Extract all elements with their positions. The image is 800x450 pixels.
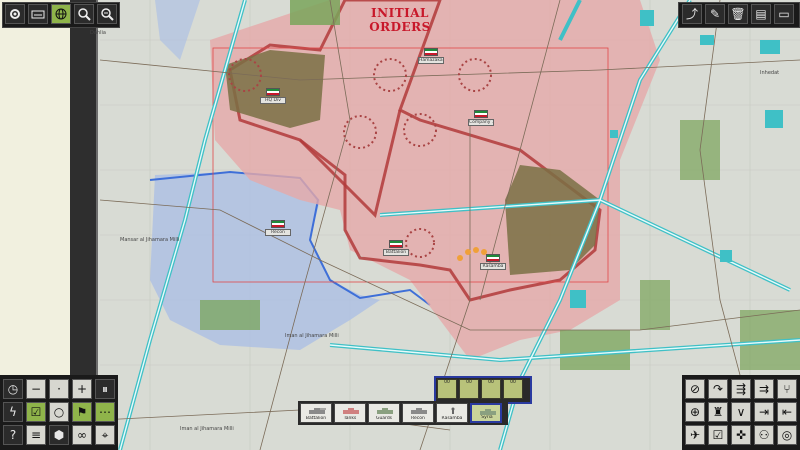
globe-icon[interactable] [51,4,71,24]
map-label: Iman al Jihamara Milli [285,333,339,339]
trash-icon[interactable]: 🗑 [728,4,748,24]
binoculars-icon[interactable]: ∞ [72,425,92,445]
chevron-icon[interactable]: ∨ [731,402,751,422]
unit-label: Battalion [383,249,409,256]
unit-card[interactable]: Tanks [334,403,366,423]
card-label: Battalion [305,416,327,421]
exit-icon[interactable]: ⇤ [777,402,797,422]
flag-icon [424,48,438,56]
card-label: Tanks [343,416,357,421]
tank-icon [343,408,359,414]
card-label: Syria [481,415,493,420]
unit-card[interactable]: Rasamba [436,403,468,423]
order-slot[interactable]: 00 [481,379,501,399]
curve-tool-icon[interactable]: ⤴ [682,4,702,24]
order-slot[interactable]: 00 [459,379,479,399]
flash-icon[interactable]: ϟ [3,402,23,422]
check-all-icon[interactable]: ☑ [708,425,728,445]
binoculars-icon[interactable]: ⌖ [95,425,115,445]
flag-icon [389,240,403,248]
minus-icon[interactable]: − [26,379,46,399]
tank-icon [309,408,326,414]
unit-card-selected[interactable]: Syria [470,403,502,423]
card-label: Rasamba [441,416,463,421]
page-title: INITIAL ORDERS [369,6,431,34]
card-label: Recon [411,416,425,421]
order-slot[interactable]: 00 [503,379,523,399]
flag-icon[interactable]: ⚑ [72,402,92,422]
flag-icon [271,220,285,228]
note-icon[interactable]: ▤ [751,4,771,24]
tactical-map[interactable] [0,0,800,450]
order-label: 00 [488,380,494,385]
unit-label: Recon [265,229,291,236]
checkbox-icon[interactable]: ☑ [26,402,46,422]
keyboard-icon[interactable] [28,4,48,24]
order-label: 00 [444,380,450,385]
flag-icon [266,88,280,96]
unit-icon[interactable]: ♜ [708,402,728,422]
note-icon[interactable]: ▭ [774,4,794,24]
unit-label: Hamazaka 2 [418,57,444,64]
dots-line-icon[interactable]: ⋯ [95,402,115,422]
unit-card[interactable]: Recon [402,403,434,423]
map-unit[interactable]: Company 1 [468,110,494,128]
unit-card[interactable]: Guards [368,403,400,423]
fork-icon[interactable]: ⑂ [777,379,797,399]
vehicles-icon[interactable]: ✜ [731,425,751,445]
gear-icon[interactable] [5,4,25,24]
multi-arrow-icon[interactable]: ⇉ [754,379,774,399]
flag-icon [474,110,488,118]
card-label: Guards [375,416,393,421]
order-slot[interactable]: 00 [437,379,457,399]
flag-icon [486,254,500,262]
unit-card[interactable]: Battalion [300,403,332,423]
order-label: 00 [466,380,472,385]
map-label: Inhedat [760,70,780,76]
soldier-icon [451,407,455,414]
unit-label: Company 1 [468,119,494,126]
unit-label: Rasamba [480,263,506,270]
list-icon[interactable]: ≡ [26,425,46,445]
dots-icon[interactable]: · [49,379,69,399]
map-unit[interactable]: HQ Div [260,88,286,106]
tank-icon [377,408,393,414]
circle-icon[interactable]: ○ [49,402,69,422]
enter-icon[interactable]: ⇥ [754,402,774,422]
tank-icon [411,408,427,414]
zoom-out-icon[interactable] [74,4,94,24]
plus-icon[interactable]: + [72,379,92,399]
clock-icon[interactable]: ◷ [3,379,23,399]
move-icon[interactable]: ✈ [685,425,705,445]
hex-icon[interactable]: ⬢ [49,425,69,445]
map-unit[interactable]: Rasamba [480,254,506,272]
soldier-icon[interactable]: ⚇ [754,425,774,445]
map-unit[interactable]: Battalion [383,240,409,258]
map-label: Dahlia [90,30,106,36]
pen-icon[interactable]: ✎ [705,4,725,24]
curve-arrow-icon[interactable]: ↷ [708,379,728,399]
map-unit[interactable]: Hamazaka 2 [418,48,444,66]
zoom-in-icon[interactable] [97,4,117,24]
help-icon[interactable]: ? [3,425,23,445]
map-label: Iman al Jihamara Milli [180,426,234,432]
map-label: Mansar al Jihamara Milli [120,237,180,243]
order-label: 00 [510,380,516,385]
pause-icon[interactable]: ⏸ [95,379,115,399]
split-arrow-icon[interactable]: ⇶ [731,379,751,399]
crosshair-icon[interactable]: ⊕ [685,402,705,422]
no-entry-icon[interactable]: ⊘ [685,379,705,399]
map-unit[interactable]: Recon [265,220,291,238]
unit-label: HQ Div [260,97,286,104]
target-icon[interactable]: ◎ [777,425,797,445]
